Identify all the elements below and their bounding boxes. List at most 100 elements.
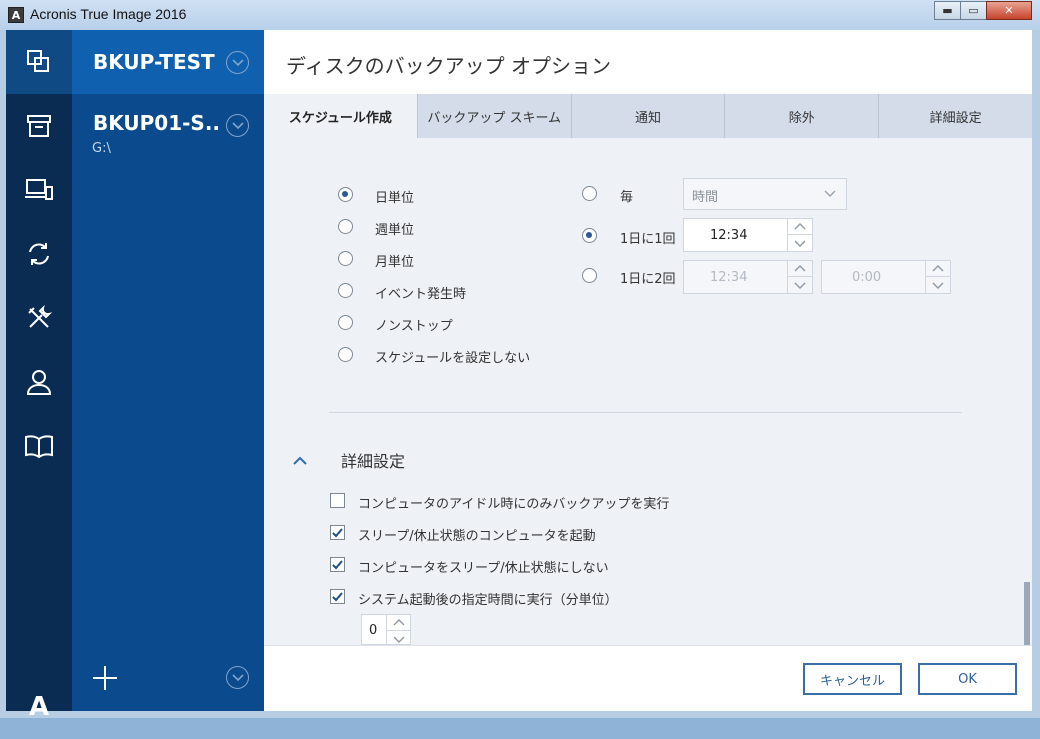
main-nav: A <box>6 30 72 722</box>
twice-time2-stepper[interactable]: 0:00 <box>821 260 951 294</box>
nav-devices-item[interactable] <box>6 158 72 222</box>
twice-a-day-label: 1日に2回 <box>620 272 676 287</box>
backup-list: BKUP-TEST BKUP01-S.. G:\ <box>72 30 264 711</box>
copy-icon <box>27 50 49 72</box>
increment-button[interactable] <box>926 261 950 277</box>
chevron-down-icon <box>794 282 806 289</box>
nav-help-item[interactable] <box>6 414 72 478</box>
tab-backup-scheme[interactable]: バックアップ スキーム <box>416 94 571 138</box>
chevron-down-icon <box>231 58 244 66</box>
on-event-label: イベント発生時 <box>375 287 467 302</box>
checkmark-icon <box>332 528 343 538</box>
cancel-button[interactable]: キャンセル <box>803 663 902 695</box>
ok-button[interactable]: OK <box>918 663 1017 695</box>
decrement-button[interactable] <box>788 277 812 293</box>
wake-computer-label: スリープ/休止状態のコンピュータを起動 <box>358 529 596 544</box>
twice-a-day-radio[interactable] <box>582 268 597 283</box>
backup-menu-button[interactable] <box>226 51 249 74</box>
daily-radio[interactable] <box>338 187 353 202</box>
chevron-up-icon <box>794 223 806 230</box>
every-radio[interactable] <box>582 186 597 201</box>
sync-icon <box>29 243 49 265</box>
prevent-sleep-label: コンピュータをスリープ/休止状態にしない <box>358 561 609 576</box>
backup-item[interactable]: BKUP-TEST <box>72 30 264 94</box>
nonstop-radio[interactable] <box>338 315 353 330</box>
once-time-stepper[interactable]: 12:34 <box>683 218 813 252</box>
startup-delay-value: 0 <box>369 623 378 638</box>
section-divider <box>329 412 962 413</box>
stepper-buttons <box>925 261 950 293</box>
nav-sync-item[interactable] <box>6 222 72 286</box>
increment-button[interactable] <box>387 615 410 631</box>
tab-exclusions[interactable]: 除外 <box>724 94 878 138</box>
tab-notifications[interactable]: 通知 <box>570 94 725 138</box>
stepper-buttons <box>787 219 812 251</box>
add-backup-button[interactable] <box>90 663 120 693</box>
dialog-footer: キャンセル OK <box>264 645 1032 711</box>
decrement-button[interactable] <box>788 235 812 251</box>
no-schedule-radio[interactable] <box>338 347 353 362</box>
run-after-startup-checkbox[interactable] <box>330 589 345 604</box>
increment-button[interactable] <box>788 219 812 235</box>
nav-account-item[interactable] <box>6 350 72 414</box>
account-icon <box>26 370 52 395</box>
nonstop-label: ノンストップ <box>375 319 453 334</box>
daily-label: 日単位 <box>375 191 415 206</box>
chevron-down-icon <box>824 190 836 197</box>
backup-item[interactable]: BKUP01-S.. G:\ <box>72 94 264 164</box>
stepper-buttons <box>386 615 410 644</box>
decrement-button[interactable] <box>387 631 410 644</box>
chevron-down-icon <box>932 282 944 289</box>
panel-header: ディスクのバックアップ オプション <box>264 30 1032 94</box>
nav-archive-item[interactable] <box>6 94 72 158</box>
every-unit-select[interactable]: 時間 <box>683 178 847 210</box>
tools-icon <box>28 304 53 328</box>
twice-time1-stepper[interactable]: 12:34 <box>683 260 813 294</box>
no-schedule-label: スケジュールを設定しない <box>375 351 531 366</box>
backup-destination: G:\ <box>92 141 111 156</box>
chevron-up-icon <box>393 619 404 626</box>
checkmark-icon <box>332 592 343 602</box>
backup-name: BKUP01-S.. <box>93 111 221 135</box>
archive-icon <box>27 115 51 137</box>
stepper-buttons <box>787 261 812 293</box>
every-label: 毎 <box>620 190 634 205</box>
tab-advanced[interactable]: 詳細設定 <box>878 94 1032 138</box>
tab-schedule[interactable]: スケジュール作成 <box>264 94 417 138</box>
weekly-label: 週単位 <box>375 223 415 238</box>
chevron-up-icon <box>293 456 307 465</box>
checkmark-icon <box>332 560 343 570</box>
once-a-day-radio[interactable] <box>582 228 597 243</box>
decrement-button[interactable] <box>926 277 950 293</box>
once-time-value: 12:34 <box>710 228 748 243</box>
chevron-up-icon <box>932 265 944 272</box>
prevent-sleep-checkbox[interactable] <box>330 557 345 572</box>
backup-menu-button[interactable] <box>226 114 249 137</box>
weekly-radio[interactable] <box>338 219 353 234</box>
options-panel: ディスクのバックアップ オプション スケジュール作成 バックアップ スキーム 通… <box>264 30 1032 711</box>
idle-only-checkbox[interactable] <box>330 493 345 508</box>
chevron-down-icon <box>231 121 244 129</box>
twice-time1-value: 12:34 <box>710 270 748 285</box>
startup-delay-stepper[interactable]: 0 <box>361 614 411 645</box>
advanced-section-title: 詳細設定 <box>341 452 406 471</box>
nav-backup-item[interactable] <box>6 30 72 94</box>
add-menu-button[interactable] <box>226 666 249 689</box>
app-logo-icon: A <box>8 7 24 23</box>
wake-computer-checkbox[interactable] <box>330 525 345 540</box>
monthly-radio[interactable] <box>338 251 353 266</box>
increment-button[interactable] <box>788 261 812 277</box>
once-a-day-label: 1日に1回 <box>620 232 676 247</box>
page-title: ディスクのバックアップ オプション <box>286 54 611 78</box>
advanced-collapse-toggle[interactable] <box>293 450 307 469</box>
book-icon <box>25 435 53 459</box>
maximize-button[interactable]: ▭ <box>960 1 987 20</box>
devices-icon <box>25 179 53 200</box>
scrollbar-thumb[interactable] <box>1024 582 1030 645</box>
on-event-radio[interactable] <box>338 283 353 298</box>
minimize-button[interactable]: ▬ <box>934 1 961 20</box>
nav-tools-item[interactable] <box>6 286 72 350</box>
close-button[interactable]: ✕ <box>986 1 1032 20</box>
chevron-down-icon <box>231 673 244 681</box>
tab-bar: スケジュール作成 バックアップ スキーム 通知 除外 詳細設定 <box>264 94 1032 138</box>
